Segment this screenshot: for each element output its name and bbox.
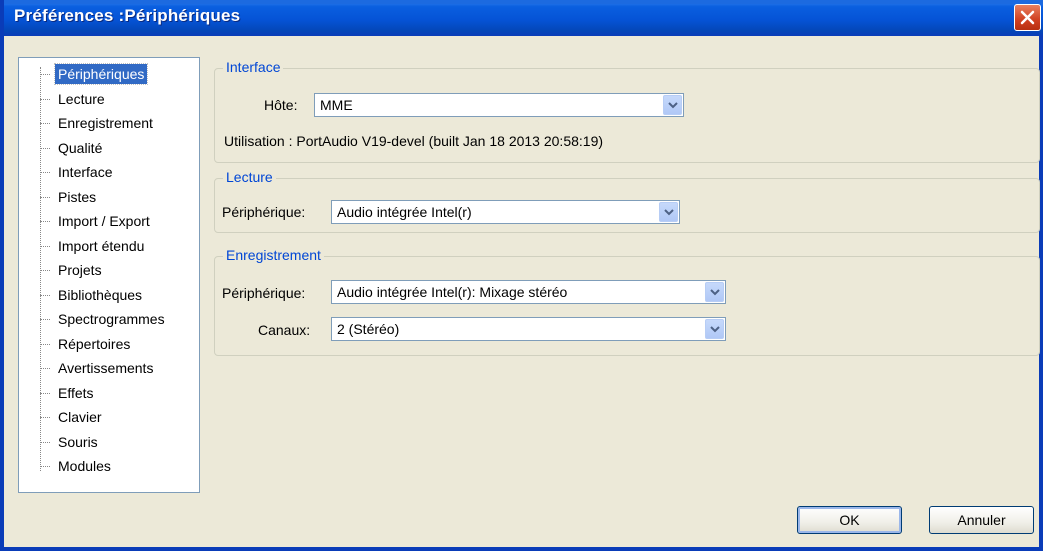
preferences-window: Préférences :Périphériques Périphériques…: [0, 0, 1043, 551]
channels-select[interactable]: 2 (Stéréo): [331, 317, 726, 341]
chevron-down-icon[interactable]: [705, 282, 724, 302]
window-title: Préférences :Périphériques: [14, 6, 241, 25]
host-select-value: MME: [320, 97, 353, 113]
ok-button[interactable]: OK: [797, 506, 902, 534]
playback-device-label: Périphérique:: [222, 204, 306, 220]
tree-item-label: Bibliothèques: [58, 286, 143, 303]
tree-item-label: Pistes: [58, 188, 97, 205]
host-label: Hôte:: [264, 97, 298, 113]
playback-device-value: Audio intégrée Intel(r): [337, 204, 472, 220]
tree-item-label: Clavier: [58, 409, 102, 425]
playback-group-title: Lecture: [223, 169, 276, 185]
tree-item-label: Interface: [58, 164, 113, 180]
playback-device-select[interactable]: Audio intégrée Intel(r): [331, 200, 680, 224]
channels-value: 2 (Stéréo): [337, 321, 400, 337]
tree-item-label: Souris: [58, 433, 98, 450]
preferences-tree[interactable]: Périphériques Lecture Enregistrement Qualit…: [18, 57, 200, 493]
tree-item-label: Modules: [58, 458, 111, 474]
close-icon: [1020, 10, 1035, 25]
host-select[interactable]: MME: [314, 93, 684, 117]
title-bar[interactable]: Préférences :Périphériques: [4, 0, 1043, 36]
tree-item-label: Répertoires: [58, 335, 131, 352]
tree-item-label: Avertissements: [58, 360, 154, 376]
close-button[interactable]: [1014, 4, 1041, 31]
chevron-down-icon[interactable]: [663, 95, 682, 115]
tree-item-label: Périphériques: [53, 63, 149, 85]
channels-label: Canaux:: [258, 322, 311, 338]
recording-device-label: Périphérique:: [222, 285, 306, 301]
tree-item-label: Import / Export: [58, 213, 150, 229]
tree-item-label: Effets: [58, 384, 94, 401]
recording-device-value: Audio intégrée Intel(r): Mixage stéréo: [337, 284, 568, 300]
recording-group-title: Enregistrement: [223, 247, 324, 263]
interface-group-title: Interface: [223, 59, 284, 75]
tree-item-label: Projets: [58, 262, 102, 278]
cancel-button[interactable]: Annuler: [929, 506, 1034, 534]
chevron-down-icon[interactable]: [705, 319, 724, 339]
tree-item-label: Qualité: [58, 139, 103, 156]
tree-item-label: Enregistrement: [58, 115, 153, 131]
chevron-down-icon[interactable]: [659, 202, 678, 222]
tree-item-label: Spectrogrammes: [58, 311, 165, 327]
recording-device-select[interactable]: Audio intégrée Intel(r): Mixage stéréo: [331, 280, 726, 304]
recording-group: Enregistrement: [214, 247, 1040, 356]
tree-item-label: Lecture: [58, 90, 105, 107]
usage-text: Utilisation : PortAudio V19-devel (built…: [224, 133, 604, 149]
tree-item-label: Import étendu: [58, 237, 145, 254]
